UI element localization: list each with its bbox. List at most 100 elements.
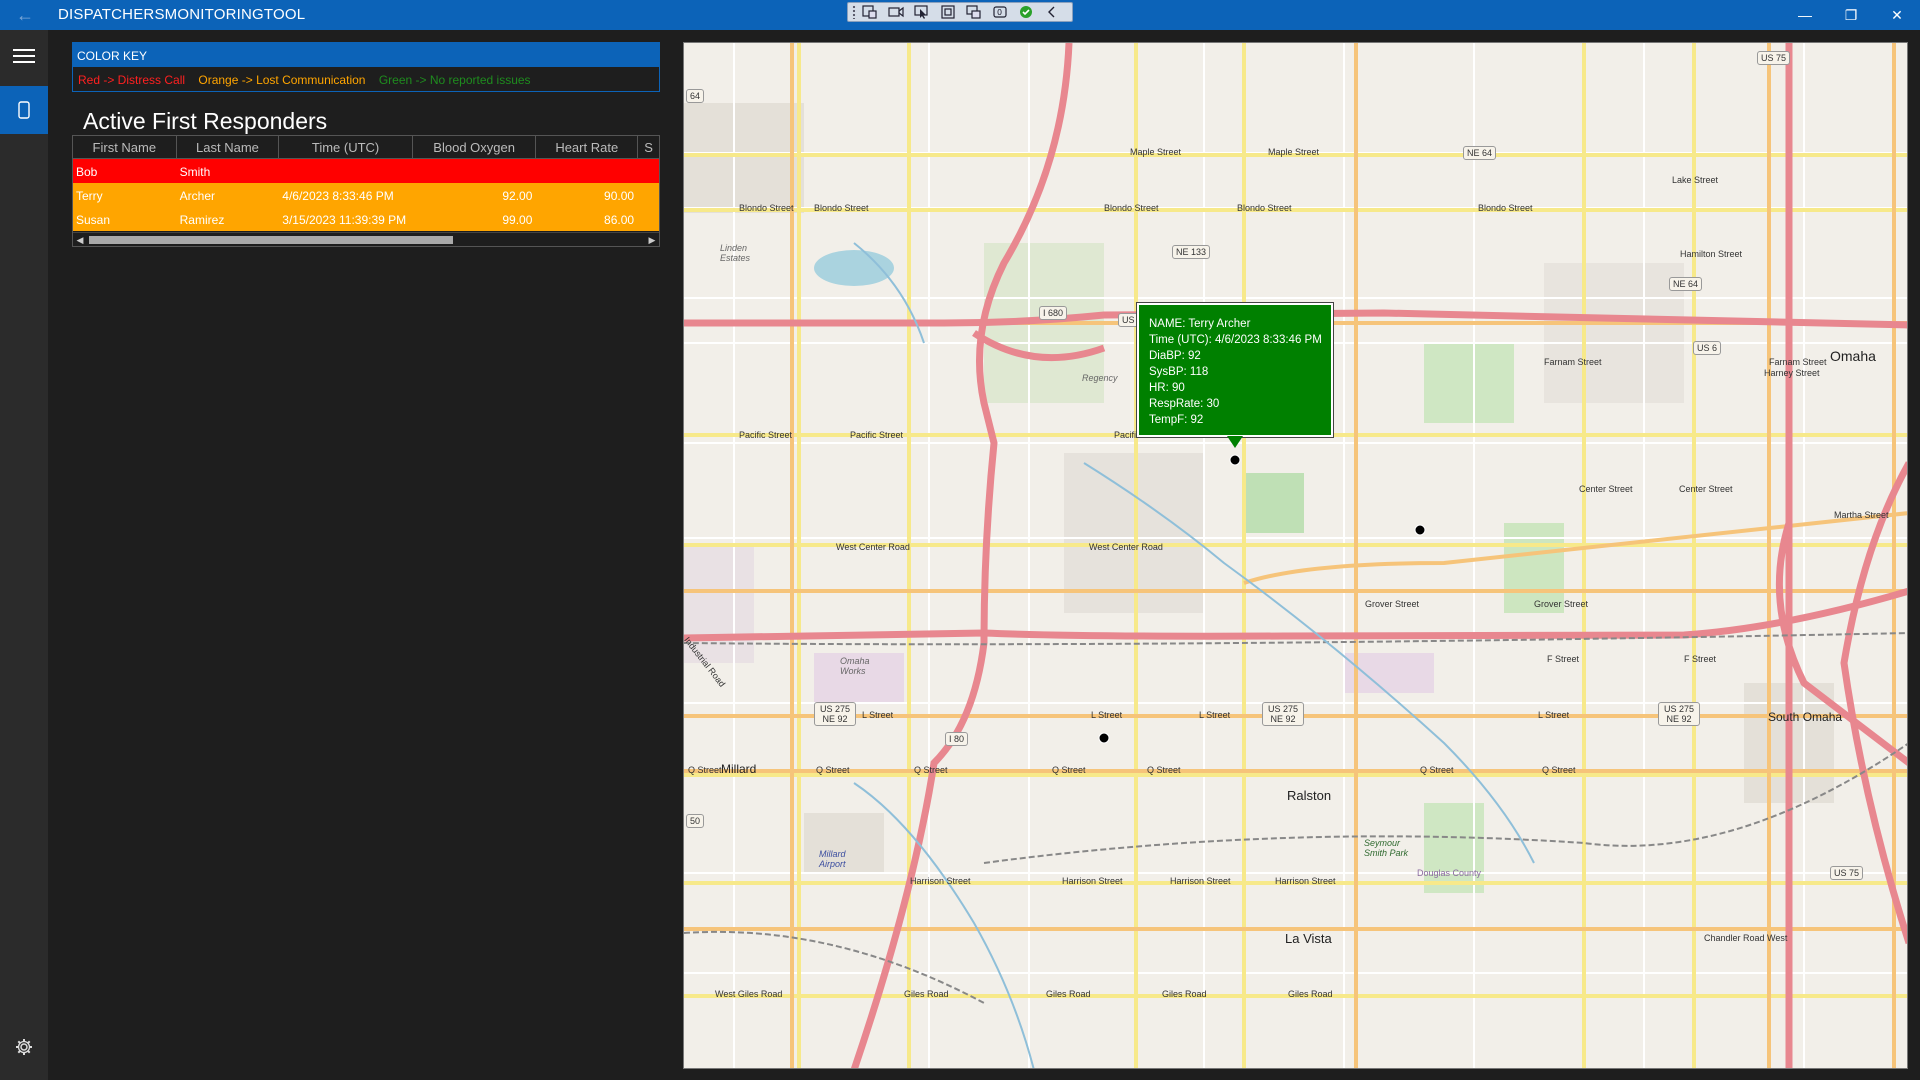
cursor-select-icon [914, 5, 928, 19]
popup-sysbp: SysBP: 118 [1149, 366, 1209, 378]
collapse-toolbar-button[interactable] [1039, 3, 1065, 21]
horizontal-scrollbar[interactable]: ◀ ▶ [73, 232, 659, 246]
back-button[interactable]: ← [8, 0, 42, 30]
binding-failures-button[interactable]: 0 [987, 3, 1013, 21]
menu-toggle-button[interactable] [4, 34, 44, 78]
street-label: Farnam Street [1544, 357, 1602, 367]
app-title: DISPATCHERSMONITORINGTOOL [58, 6, 306, 23]
street-label: West Center Road [836, 542, 910, 552]
record-button[interactable] [883, 3, 909, 21]
street-label: Harrison Street [910, 876, 971, 886]
cell-first-name: Bob [76, 165, 98, 179]
street-label: Hamilton Street [1680, 249, 1743, 259]
map-area-regency: Regency [1082, 373, 1118, 383]
street-label: West Giles Road [715, 989, 783, 999]
route-shield: US 275 NE 92 [814, 702, 856, 726]
color-key-header: COLOR KEY [72, 42, 660, 67]
map-city-la-vista: La Vista [1285, 931, 1332, 946]
street-label: Chandler Road West [1704, 933, 1788, 943]
hot-reload-status-button[interactable] [1013, 3, 1039, 21]
cell-partial [638, 183, 659, 207]
close-icon: ✕ [1891, 6, 1903, 23]
restore-button[interactable]: ❐ [1828, 0, 1874, 30]
live-visual-tree-button[interactable] [857, 3, 883, 21]
tablet-icon [18, 101, 30, 119]
close-button[interactable]: ✕ [1874, 0, 1920, 30]
street-label: Q Street [1542, 765, 1576, 775]
table-row[interactable]: Bob Smith [73, 159, 659, 183]
cell-first-name: Susan [76, 213, 111, 227]
route-shield: I 680 [1039, 306, 1068, 320]
street-label: L Street [1091, 710, 1123, 720]
street-label: Q Street [914, 765, 948, 775]
track-focus-button[interactable] [961, 3, 987, 21]
minimize-icon: — [1798, 7, 1812, 23]
street-label: Blondo Street [1237, 203, 1292, 213]
route-shield: US 75 [1830, 866, 1864, 880]
street-label: L Street [1199, 710, 1231, 720]
column-header-first-name[interactable]: First Name [73, 136, 177, 158]
route-shield: US 275 NE 92 [1262, 702, 1304, 726]
map-city-ralston: Ralston [1287, 788, 1332, 803]
street-label: Giles Road [1288, 989, 1333, 999]
cell-partial [638, 159, 659, 183]
cell-heart-rate: 86.00 [604, 213, 635, 227]
scroll-left-icon[interactable]: ◀ [74, 234, 86, 246]
route-shield: US 6 [1693, 341, 1722, 355]
route-shield: US [1118, 313, 1139, 327]
cell-last-name: Smith [179, 165, 211, 179]
map-view[interactable]: Omaha Ralston La Vista Millard South Oma… [683, 42, 1908, 1069]
cell-time: 3/15/2023 11:39:39 PM [282, 213, 407, 227]
cell-blood-oxygen: 92.00 [502, 189, 533, 203]
column-header-partial[interactable]: S [638, 136, 659, 158]
street-label: Harrison Street [1170, 876, 1231, 886]
visual-tree-icon [862, 5, 877, 19]
street-label: Q Street [1147, 765, 1181, 775]
cell-blood-oxygen: 99.00 [502, 213, 533, 227]
street-label: F Street [1547, 654, 1580, 664]
responders-grid[interactable]: First Name Last Name Time (UTC) Blood Ox… [72, 135, 660, 247]
responder-info-popup[interactable]: NAME: Terry Archer Time (UTC): 4/6/2023 … [1137, 303, 1333, 437]
popup-tempf: TempF: 92 [1149, 414, 1204, 426]
street-label: Q Street [1420, 765, 1454, 775]
chevron-left-icon [1048, 6, 1055, 18]
street-label: Farnam Street [1769, 357, 1827, 367]
cell-partial [638, 207, 659, 231]
street-label: West Center Road [1089, 542, 1163, 552]
color-key-legend: Red -> Distress Call Orange -> Lost Comm… [72, 67, 660, 92]
map-city-south-omaha: South Omaha [1768, 710, 1843, 724]
settings-button[interactable] [10, 1033, 38, 1061]
table-row[interactable]: Terry Archer 4/6/2023 8:33:46 PM 92.00 9… [73, 183, 659, 207]
street-label: L Street [1538, 710, 1570, 720]
column-header-heart-rate[interactable]: Heart Rate [536, 136, 639, 158]
cell-last-name: Ramirez [179, 213, 225, 227]
binding-icon: 0 [993, 6, 1007, 18]
map-city-omaha: Omaha [1830, 348, 1876, 364]
video-camera-icon [888, 6, 904, 18]
scroll-right-icon[interactable]: ▶ [646, 234, 658, 246]
street-label: Grover Street [1365, 599, 1420, 609]
street-label: Q Street [688, 765, 722, 775]
street-label: Pacific Street [739, 430, 793, 440]
cell-first-name: Terry [76, 189, 103, 203]
street-label: L Street [862, 710, 894, 720]
nav-item-monitor[interactable] [0, 86, 48, 134]
route-shield: US 75 [1757, 51, 1791, 65]
column-header-time[interactable]: Time (UTC) [279, 136, 413, 158]
street-label: Blondo Street [814, 203, 869, 213]
map-area-douglas-county: Douglas County [1417, 868, 1482, 878]
minimize-button[interactable]: — [1782, 0, 1828, 30]
street-label: F Street [1684, 654, 1717, 664]
svg-text:0: 0 [997, 8, 1002, 17]
street-label: Center Street [1679, 484, 1733, 494]
table-row[interactable]: Susan Ramirez 3/15/2023 11:39:39 PM 99.0… [73, 207, 659, 231]
popup-time: Time (UTC): 4/6/2023 8:33:46 PM [1149, 334, 1322, 346]
route-shield: I 80 [945, 732, 969, 746]
map-roads [684, 43, 1907, 1068]
select-element-button[interactable] [909, 3, 935, 21]
route-shield: 64 [686, 89, 705, 103]
scrollbar-thumb[interactable] [89, 236, 453, 244]
column-header-blood-oxygen[interactable]: Blood Oxygen [413, 136, 537, 158]
column-header-last-name[interactable]: Last Name [177, 136, 280, 158]
layout-adorners-button[interactable] [935, 3, 961, 21]
